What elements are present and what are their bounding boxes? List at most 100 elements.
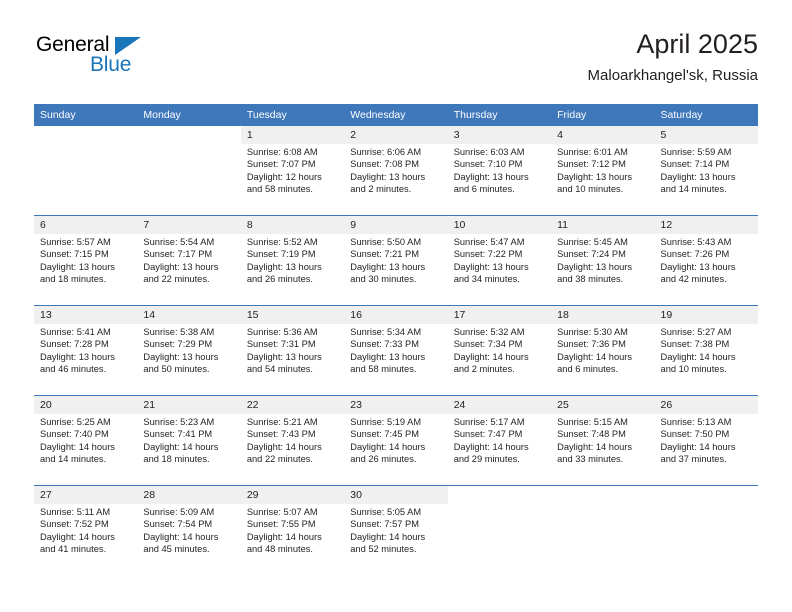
sunrise-line: Sunrise: 5:34 AM: [350, 327, 422, 337]
calendar-page: General Blue April 2025 Maloarkhangel'sk…: [0, 0, 792, 612]
title-block: April 2025 Maloarkhangel'sk, Russia: [588, 28, 758, 86]
day-cell[interactable]: 11 Sunrise: 5:45 AM Sunset: 7:24 PM Dayligh…: [551, 215, 655, 306]
calendar-week-row: 20 Sunrise: 5:25 AM Sunset: 7:40 PM Dayligh…: [34, 395, 758, 486]
weekday-header-tuesday: Tuesday: [240, 104, 345, 126]
day-sun-info: Sunrise: 5:50 AM Sunset: 7:21 PM Daylight:…: [344, 234, 447, 286]
daylight-line: Daylight: 13 hours and 42 minutes.: [660, 261, 736, 285]
daylight-line: Daylight: 14 hours and 22 minutes.: [246, 441, 322, 465]
page-title: April 2025: [636, 29, 758, 59]
day-cell[interactable]: 5 Sunrise: 5:59 AM Sunset: 7:14 PM Daylight…: [654, 126, 758, 216]
sunrise-line: Sunrise: 5:32 AM: [453, 327, 525, 337]
sunrise-line: Sunrise: 5:21 AM: [246, 417, 318, 427]
sunset-line: Sunset: 7:28 PM: [40, 339, 109, 350]
calendar-week-row: 1 Sunrise: 6:08 AM Sunset: 7:07 PM Daylight…: [34, 126, 758, 216]
day-cell[interactable]: 19 Sunrise: 5:27 AM Sunset: 7:38 PM Dayligh…: [654, 305, 758, 396]
day-cell-content: 4 Sunrise: 6:01 AM Sunset: 7:12 PM Daylight…: [551, 126, 655, 215]
day-cell[interactable]: 14 Sunrise: 5:38 AM Sunset: 7:29 PM Dayligh…: [137, 305, 241, 396]
sunrise-line: Sunrise: 5:38 AM: [143, 327, 215, 337]
empty-cell-filler: [34, 126, 137, 215]
day-number: 25: [551, 396, 655, 414]
day-number: 18: [551, 306, 655, 324]
day-cell[interactable]: 23 Sunrise: 5:19 AM Sunset: 7:45 PM Dayligh…: [344, 395, 448, 486]
day-cell[interactable]: 4 Sunrise: 6:01 AM Sunset: 7:12 PM Daylight…: [551, 126, 655, 216]
sunset-line: Sunset: 7:36 PM: [557, 339, 626, 350]
daylight-line: Daylight: 14 hours and 48 minutes.: [246, 531, 322, 555]
day-cell-content: 15 Sunrise: 5:36 AM Sunset: 7:31 PM Dayligh…: [240, 306, 345, 395]
day-sun-info: Sunrise: 5:47 AM Sunset: 7:22 PM Daylight:…: [448, 234, 551, 286]
day-cell[interactable]: 25 Sunrise: 5:15 AM Sunset: 7:48 PM Dayligh…: [551, 395, 655, 486]
day-cell[interactable]: 15 Sunrise: 5:36 AM Sunset: 7:31 PM Dayligh…: [240, 305, 345, 396]
sunset-line: Sunset: 7:12 PM: [557, 159, 626, 170]
weekday-header-wednesday: Wednesday: [344, 104, 448, 126]
day-cell[interactable]: 29 Sunrise: 5:07 AM Sunset: 7:55 PM Dayligh…: [240, 485, 345, 575]
day-cell[interactable]: 18 Sunrise: 5:30 AM Sunset: 7:36 PM Dayligh…: [551, 305, 655, 396]
day-cell[interactable]: 20 Sunrise: 5:25 AM Sunset: 7:40 PM Dayligh…: [34, 395, 138, 486]
page-header: General Blue April 2025 Maloarkhangel'sk…: [34, 28, 758, 94]
day-cell[interactable]: 12 Sunrise: 5:43 AM Sunset: 7:26 PM Dayligh…: [654, 215, 758, 306]
day-cell[interactable]: 9 Sunrise: 5:50 AM Sunset: 7:21 PM Daylight…: [344, 215, 448, 306]
day-cell[interactable]: 1 Sunrise: 6:08 AM Sunset: 7:07 PM Daylight…: [240, 126, 345, 216]
day-sun-info: Sunrise: 5:11 AM Sunset: 7:52 PM Daylight:…: [34, 504, 137, 556]
sunset-line: Sunset: 7:31 PM: [246, 339, 316, 350]
day-sun-info: Sunrise: 5:45 AM Sunset: 7:24 PM Daylight:…: [551, 234, 654, 286]
daylight-line: Daylight: 12 hours and 58 minutes.: [246, 171, 322, 195]
sunset-line: Sunset: 7:52 PM: [40, 519, 109, 530]
day-number: 8: [240, 216, 345, 234]
day-cell-content: 16 Sunrise: 5:34 AM Sunset: 7:33 PM Dayligh…: [344, 306, 448, 395]
day-cell-content: 24 Sunrise: 5:17 AM Sunset: 7:47 PM Dayligh…: [447, 396, 552, 485]
day-cell[interactable]: 30 Sunrise: 5:05 AM Sunset: 7:57 PM Dayligh…: [344, 485, 448, 575]
sunset-line: Sunset: 7:10 PM: [453, 159, 523, 170]
day-cell[interactable]: 13 Sunrise: 5:41 AM Sunset: 7:28 PM Dayligh…: [34, 305, 138, 396]
day-cell[interactable]: 6 Sunrise: 5:57 AM Sunset: 7:15 PM Daylight…: [34, 215, 138, 306]
day-number: 23: [344, 396, 448, 414]
day-sun-info: Sunrise: 6:01 AM Sunset: 7:12 PM Daylight:…: [551, 144, 654, 196]
day-cell[interactable]: 16 Sunrise: 5:34 AM Sunset: 7:33 PM Dayligh…: [344, 305, 448, 396]
day-cell-content: 2 Sunrise: 6:06 AM Sunset: 7:08 PM Daylight…: [344, 126, 448, 215]
day-sun-info: Sunrise: 5:25 AM Sunset: 7:40 PM Daylight:…: [34, 414, 137, 466]
calendar-week-row: 13 Sunrise: 5:41 AM Sunset: 7:28 PM Dayligh…: [34, 305, 758, 396]
day-cell[interactable]: 22 Sunrise: 5:21 AM Sunset: 7:43 PM Dayligh…: [240, 395, 345, 486]
empty-cell-filler: [137, 126, 240, 215]
day-sun-info: Sunrise: 5:43 AM Sunset: 7:26 PM Daylight:…: [655, 234, 758, 286]
day-cell[interactable]: 10 Sunrise: 5:47 AM Sunset: 7:22 PM Dayligh…: [447, 215, 552, 306]
page-location: Maloarkhangel'sk, Russia: [587, 67, 758, 84]
daylight-line: Daylight: 13 hours and 2 minutes.: [350, 171, 426, 195]
day-cell[interactable]: 28 Sunrise: 5:09 AM Sunset: 7:54 PM Dayligh…: [137, 485, 241, 575]
sunset-line: Sunset: 7:43 PM: [246, 429, 316, 440]
day-number: 3: [447, 126, 552, 144]
day-cell[interactable]: 2 Sunrise: 6:06 AM Sunset: 7:08 PM Daylight…: [344, 126, 448, 216]
generalblue-logo[interactable]: General Blue: [34, 28, 234, 88]
day-cell[interactable]: 8 Sunrise: 5:52 AM Sunset: 7:19 PM Daylight…: [240, 215, 345, 306]
day-cell[interactable]: 26 Sunrise: 5:13 AM Sunset: 7:50 PM Dayligh…: [654, 395, 758, 486]
day-cell[interactable]: 24 Sunrise: 5:17 AM Sunset: 7:47 PM Dayligh…: [447, 395, 552, 486]
day-cell[interactable]: 7 Sunrise: 5:54 AM Sunset: 7:17 PM Daylight…: [137, 215, 241, 306]
day-number: 9: [344, 216, 448, 234]
day-sun-info: Sunrise: 5:30 AM Sunset: 7:36 PM Daylight:…: [551, 324, 654, 376]
day-cell[interactable]: 3 Sunrise: 6:03 AM Sunset: 7:10 PM Daylight…: [447, 126, 552, 216]
day-sun-info: Sunrise: 5:52 AM Sunset: 7:19 PM Daylight:…: [241, 234, 344, 286]
daylight-line: Daylight: 14 hours and 41 minutes.: [40, 531, 115, 555]
sunset-line: Sunset: 7:17 PM: [143, 249, 213, 260]
weekday-header-saturday: Saturday: [654, 104, 758, 126]
day-cell-content: 8 Sunrise: 5:52 AM Sunset: 7:19 PM Daylight…: [240, 216, 345, 305]
sunrise-line: Sunrise: 5:27 AM: [660, 327, 732, 337]
weekday-headers: Sunday Monday Tuesday Wednesday Thursday Frid…: [34, 104, 758, 126]
day-cell[interactable]: 21 Sunrise: 5:23 AM Sunset: 7:41 PM Dayligh…: [137, 395, 241, 486]
sunrise-line: Sunrise: 5:15 AM: [557, 417, 628, 427]
sunset-line: Sunset: 7:08 PM: [350, 159, 419, 170]
empty-cell-filler: [551, 486, 654, 575]
daylight-line: Daylight: 14 hours and 29 minutes.: [453, 441, 529, 465]
day-cell-content: 13 Sunrise: 5:41 AM Sunset: 7:28 PM Dayligh…: [34, 306, 138, 395]
day-number: 11: [551, 216, 655, 234]
day-sun-info: Sunrise: 6:08 AM Sunset: 7:07 PM Daylight:…: [241, 144, 344, 196]
empty-day-cell: [447, 485, 552, 575]
daylight-line: Daylight: 13 hours and 14 minutes.: [660, 171, 736, 195]
daylight-line: Daylight: 14 hours and 33 minutes.: [557, 441, 633, 465]
day-cell[interactable]: 27 Sunrise: 5:11 AM Sunset: 7:52 PM Dayligh…: [34, 485, 138, 575]
day-cell-content: 9 Sunrise: 5:50 AM Sunset: 7:21 PM Daylight…: [344, 216, 448, 305]
weekday-header-friday: Friday: [551, 104, 655, 126]
day-sun-info: Sunrise: 5:15 AM Sunset: 7:48 PM Daylight:…: [551, 414, 654, 466]
day-number: 19: [654, 306, 758, 324]
day-cell[interactable]: 17 Sunrise: 5:32 AM Sunset: 7:34 PM Dayligh…: [447, 305, 552, 396]
daylight-line: Daylight: 13 hours and 54 minutes.: [246, 351, 322, 375]
